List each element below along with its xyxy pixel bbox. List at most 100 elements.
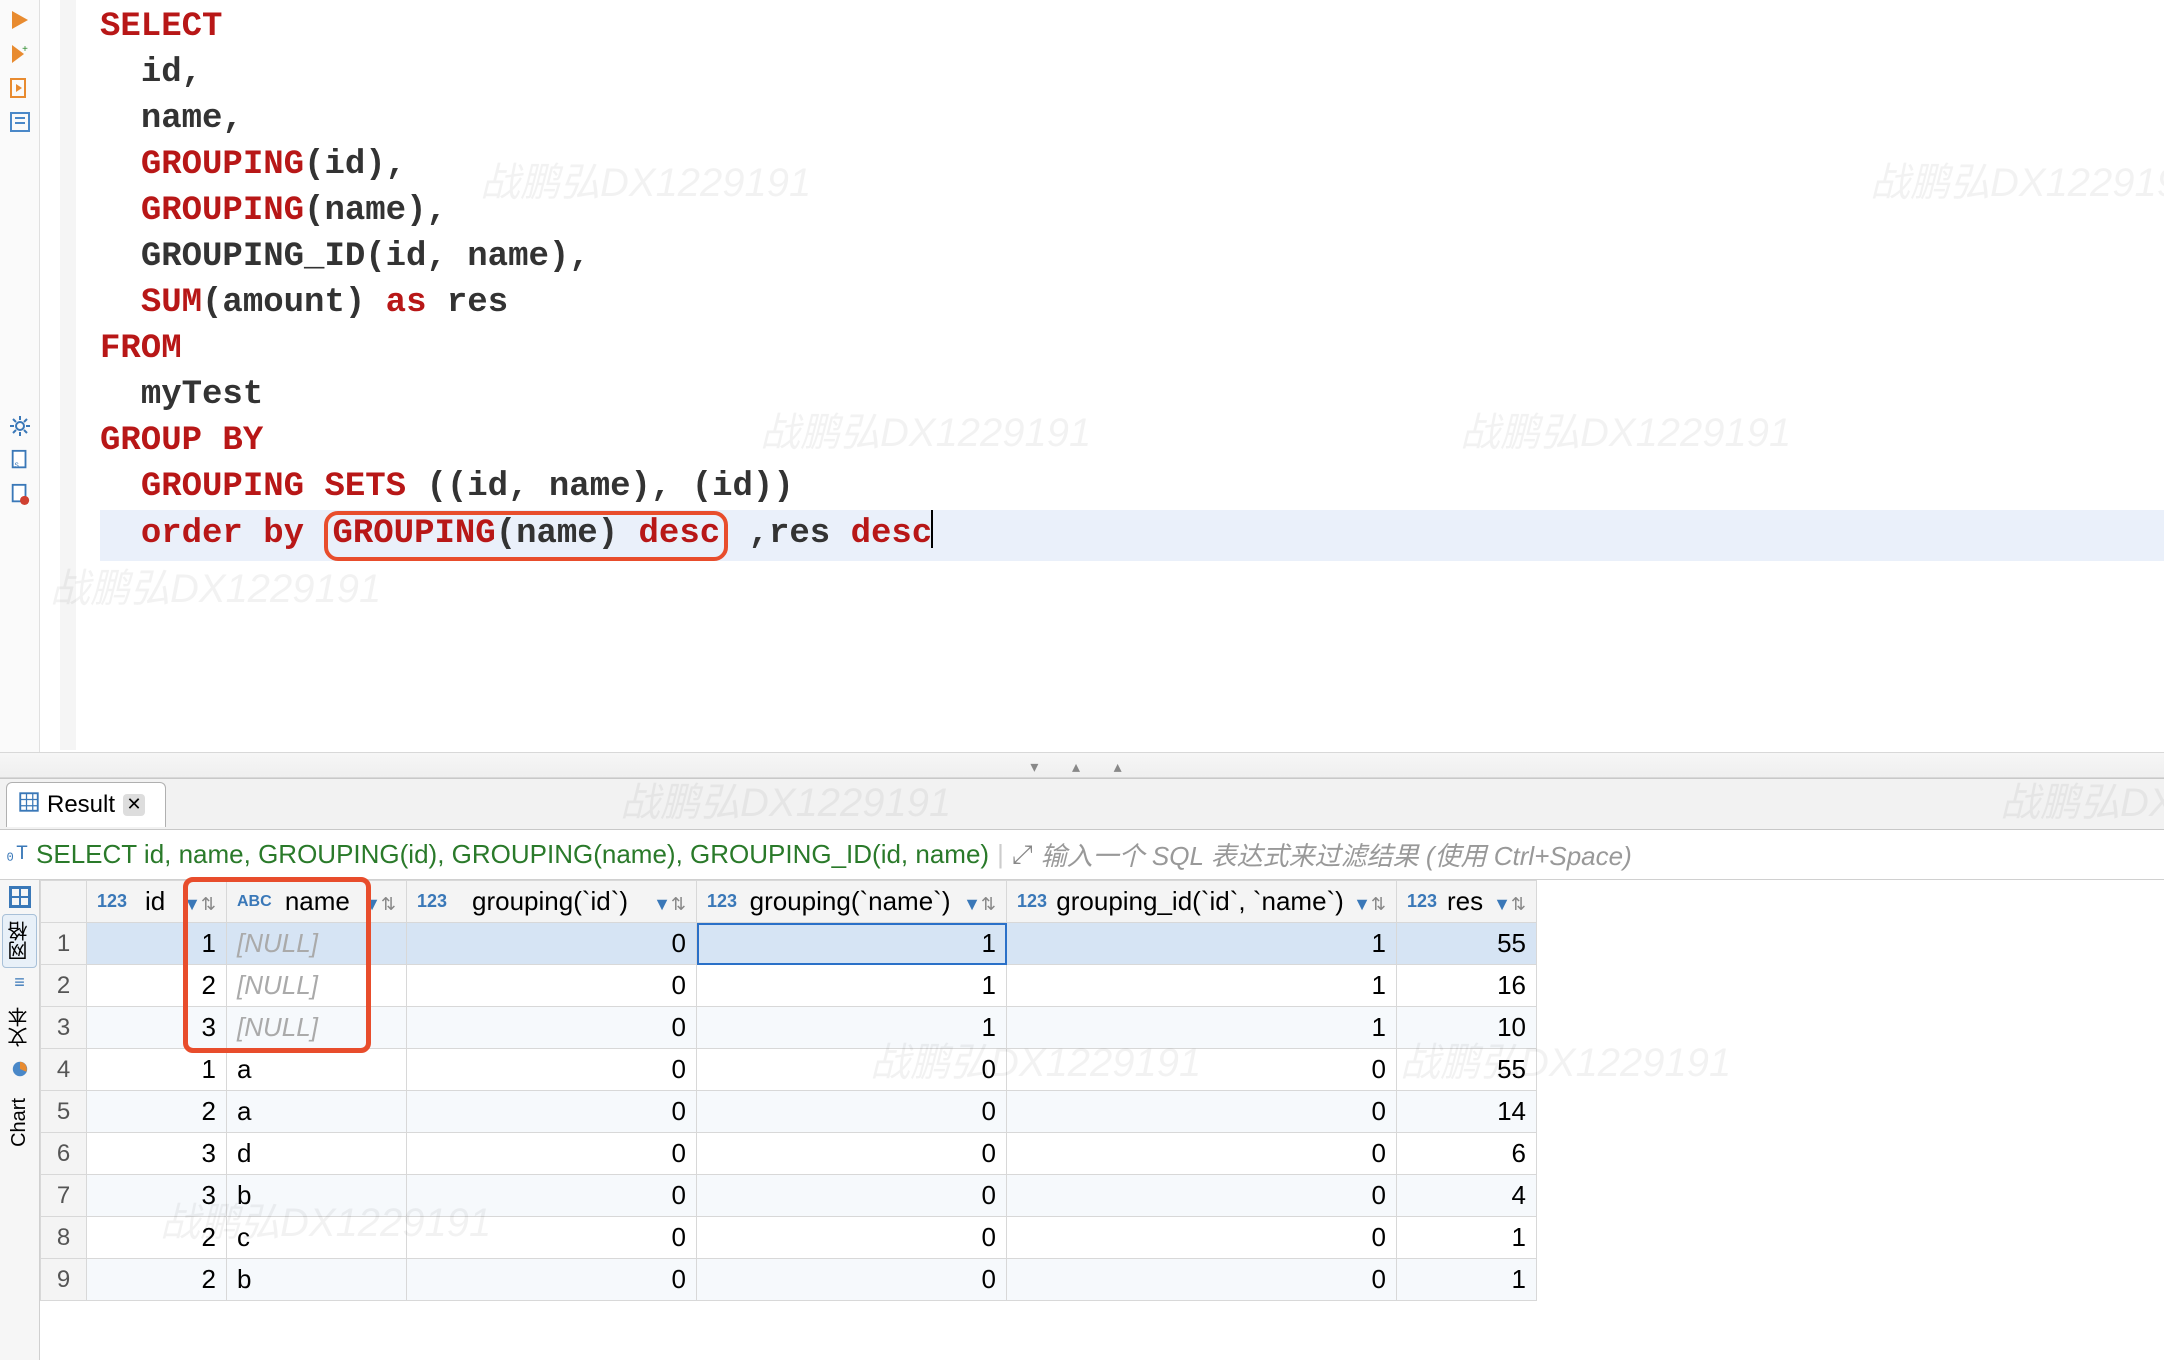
column-header[interactable]: 123grouping_id(`id`, `name`)▼⇅ <box>1007 881 1397 923</box>
settings-icon[interactable] <box>8 414 32 438</box>
row-number[interactable]: 5 <box>41 1091 87 1133</box>
cell[interactable]: b <box>227 1259 407 1301</box>
editor-results-splitter[interactable]: ▾ ▴ ▴ <box>0 752 2164 778</box>
text-view-icon[interactable]: ≡ <box>14 974 25 994</box>
table-row[interactable]: 73b0004 <box>41 1175 1537 1217</box>
cell[interactable]: 0 <box>407 1133 697 1175</box>
column-header[interactable]: 123res▼⇅ <box>1397 881 1537 923</box>
row-header-corner[interactable] <box>41 881 87 923</box>
cell[interactable]: a <box>227 1091 407 1133</box>
table-row[interactable]: 63d0006 <box>41 1133 1537 1175</box>
cell[interactable]: 2 <box>87 1217 227 1259</box>
cell[interactable]: 0 <box>697 1091 1007 1133</box>
grid-view-icon[interactable] <box>9 886 31 908</box>
cell[interactable]: 4 <box>1397 1175 1537 1217</box>
table-row[interactable]: 92b0001 <box>41 1259 1537 1301</box>
cell[interactable]: 0 <box>697 1217 1007 1259</box>
row-number[interactable]: 8 <box>41 1217 87 1259</box>
row-number[interactable]: 4 <box>41 1049 87 1091</box>
cell[interactable]: [NULL] <box>227 965 407 1007</box>
explain-plan-icon[interactable] <box>8 110 32 134</box>
cell[interactable]: 1 <box>87 923 227 965</box>
cell[interactable]: 2 <box>87 965 227 1007</box>
table-row[interactable]: 33[NULL]01110 <box>41 1007 1537 1049</box>
table-row[interactable]: 41a00055 <box>41 1049 1537 1091</box>
cell[interactable]: 0 <box>407 923 697 965</box>
cell[interactable]: 1 <box>1397 1217 1537 1259</box>
expand-icon[interactable]: ⤢ <box>1012 839 1033 871</box>
cell[interactable]: a <box>227 1049 407 1091</box>
cell[interactable]: 55 <box>1397 1049 1537 1091</box>
cell[interactable]: 1 <box>697 1007 1007 1049</box>
cell[interactable]: 3 <box>87 1007 227 1049</box>
row-number[interactable]: 1 <box>41 923 87 965</box>
results-grid[interactable]: 123id▼⇅ABCname▼⇅123grouping(`id`)▼⇅123gr… <box>40 880 2164 1360</box>
cell[interactable]: 0 <box>407 1091 697 1133</box>
cell[interactable]: 0 <box>697 1175 1007 1217</box>
cell[interactable]: 0 <box>407 1175 697 1217</box>
view-tab-grid[interactable]: 网格 <box>2 914 37 968</box>
table-row[interactable]: 22[NULL]01116 <box>41 965 1537 1007</box>
cell[interactable]: d <box>227 1133 407 1175</box>
row-number[interactable]: 6 <box>41 1133 87 1175</box>
cell[interactable]: 3 <box>87 1133 227 1175</box>
cell[interactable]: 0 <box>407 1049 697 1091</box>
cell[interactable]: 2 <box>87 1091 227 1133</box>
table-row[interactable]: 11[NULL]01155 <box>41 923 1537 965</box>
cell[interactable]: 2 <box>87 1259 227 1301</box>
execute-new-icon[interactable]: + <box>8 42 32 66</box>
save-sql-icon[interactable]: S <box>8 448 32 472</box>
cell[interactable]: 1 <box>1397 1259 1537 1301</box>
cell[interactable]: 16 <box>1397 965 1537 1007</box>
cell[interactable]: 55 <box>1397 923 1537 965</box>
cell[interactable]: 0 <box>697 1133 1007 1175</box>
close-icon[interactable]: ✕ <box>123 794 145 816</box>
cell[interactable]: 1 <box>697 965 1007 1007</box>
execute-icon[interactable] <box>8 8 32 32</box>
table-row[interactable]: 82c0001 <box>41 1217 1537 1259</box>
cell[interactable]: 1 <box>697 923 1007 965</box>
cell[interactable]: b <box>227 1175 407 1217</box>
cell[interactable]: 0 <box>697 1259 1007 1301</box>
cell[interactable]: 1 <box>87 1049 227 1091</box>
cell[interactable]: [NULL] <box>227 1007 407 1049</box>
view-tab-text[interactable]: 文本 <box>2 1000 37 1054</box>
code-line: id, <box>100 50 2164 96</box>
row-number[interactable]: 9 <box>41 1259 87 1301</box>
execute-script-icon[interactable] <box>8 76 32 100</box>
cell[interactable]: 1 <box>1007 965 1397 1007</box>
save-sql-error-icon[interactable] <box>8 482 32 506</box>
cell[interactable]: c <box>227 1217 407 1259</box>
sql-editor[interactable]: SELECT id, name, GROUPING(id), GROUPING(… <box>60 0 2164 750</box>
column-header[interactable]: 123grouping(`name`)▼⇅ <box>697 881 1007 923</box>
cell[interactable]: 0 <box>1007 1091 1397 1133</box>
cell[interactable]: [NULL] <box>227 923 407 965</box>
cell[interactable]: 1 <box>1007 1007 1397 1049</box>
cell[interactable]: 0 <box>1007 1049 1397 1091</box>
column-header[interactable]: 123id▼⇅ <box>87 881 227 923</box>
row-number[interactable]: 3 <box>41 1007 87 1049</box>
cell[interactable]: 10 <box>1397 1007 1537 1049</box>
cell[interactable]: 0 <box>1007 1133 1397 1175</box>
row-number[interactable]: 2 <box>41 965 87 1007</box>
cell[interactable]: 0 <box>1007 1175 1397 1217</box>
cell[interactable]: 0 <box>1007 1217 1397 1259</box>
table-row[interactable]: 52a00014 <box>41 1091 1537 1133</box>
filter-input[interactable]: 输入一个 SQL 表达式来过滤结果 (使用 Ctrl+Space) <box>1041 836 1632 873</box>
chart-view-icon[interactable] <box>11 1060 29 1085</box>
cell[interactable]: 0 <box>407 1217 697 1259</box>
result-tab[interactable]: Result ✕ <box>6 782 166 827</box>
cell[interactable]: 14 <box>1397 1091 1537 1133</box>
cell[interactable]: 0 <box>407 1259 697 1301</box>
cell[interactable]: 0 <box>407 1007 697 1049</box>
view-tab-chart[interactable]: Chart <box>5 1091 34 1154</box>
column-header[interactable]: 123grouping(`id`)▼⇅ <box>407 881 697 923</box>
cell[interactable]: 6 <box>1397 1133 1537 1175</box>
cell[interactable]: 0 <box>407 965 697 1007</box>
row-number[interactable]: 7 <box>41 1175 87 1217</box>
cell[interactable]: 0 <box>697 1049 1007 1091</box>
column-header[interactable]: ABCname▼⇅ <box>227 881 407 923</box>
cell[interactable]: 3 <box>87 1175 227 1217</box>
cell[interactable]: 1 <box>1007 923 1397 965</box>
cell[interactable]: 0 <box>1007 1259 1397 1301</box>
